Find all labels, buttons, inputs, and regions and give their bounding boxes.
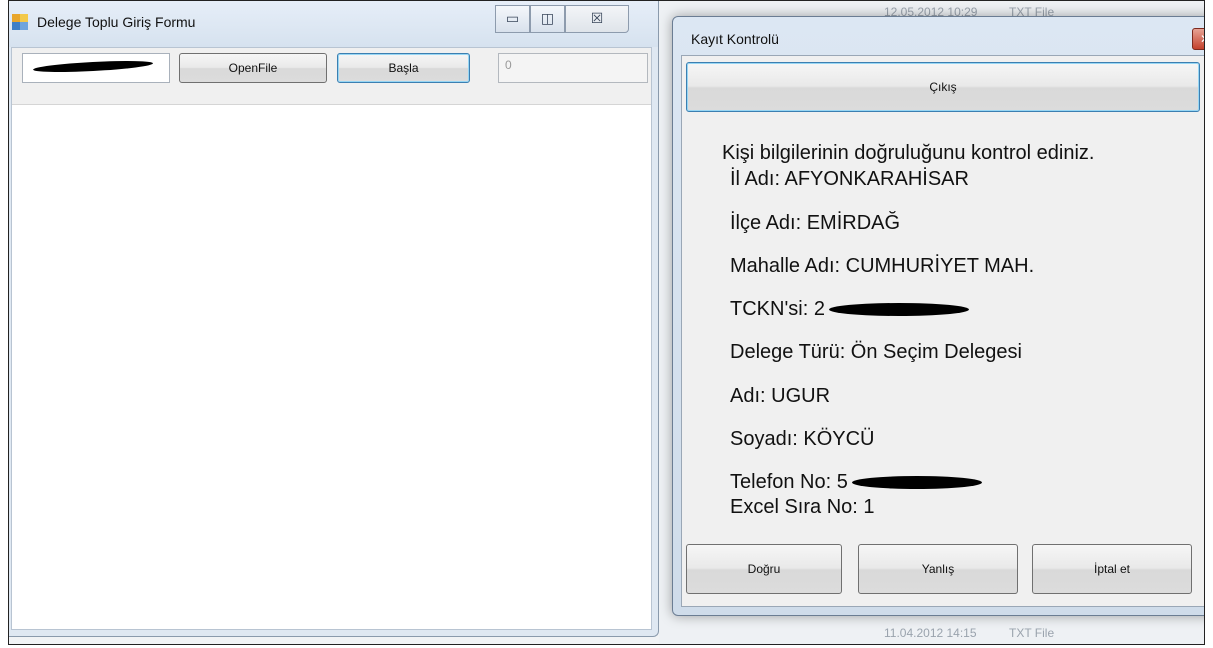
telefon-visible-digit: 5 xyxy=(836,471,848,493)
file-type: TXT File xyxy=(1009,626,1055,640)
excel-sira-label: Excel Sıra No: 1 xyxy=(730,496,875,518)
tckn-label-text: TCKN'si: xyxy=(730,298,814,320)
minimize-button[interactable]: ▭ xyxy=(495,5,530,33)
intro-text: Kişi bilgilerinin doğruluğunu kontrol ed… xyxy=(722,142,1095,164)
main-title-bar[interactable]: Delege Toplu Giriş Formu ▭ ◫ ☒ xyxy=(9,1,658,47)
dialog-close-button[interactable]: ✕ xyxy=(1192,28,1204,50)
redacted-mark xyxy=(851,476,982,490)
telefon-label: Telefon No: 5 xyxy=(730,471,982,494)
file-date: 11.04.2012 14:15 xyxy=(884,626,977,640)
soyad-label: Soyadı: KÖYCÜ xyxy=(730,428,875,450)
exit-button[interactable]: Çıkış xyxy=(686,62,1200,112)
dogru-button[interactable]: Doğru xyxy=(686,544,842,594)
ilce-adi-label: İlçe Adı: EMİRDAĞ xyxy=(730,212,901,234)
list-item: 11.04.2012 14:15 TXT File xyxy=(884,626,1054,640)
iptal-button[interactable]: İptal et xyxy=(1032,544,1192,594)
app-form-icon xyxy=(12,14,28,30)
redacted-mark xyxy=(828,303,969,317)
toolbar: OpenFile Başla 0 xyxy=(12,48,651,104)
dialog-title: Kayıt Kontrolü xyxy=(691,31,779,47)
main-client-area: OpenFile Başla 0 xyxy=(11,47,652,630)
kayit-kontrol-dialog: Kayıt Kontrolü ✕ Çıkış Kişi bilgilerinin… xyxy=(672,16,1204,616)
dialog-client-area: Çıkış Kişi bilgilerinin doğruluğunu kont… xyxy=(681,55,1204,607)
maximize-icon: ◫ xyxy=(540,11,555,27)
content-area xyxy=(12,104,651,629)
tckn-label: TCKN'si: 2 xyxy=(730,298,969,321)
counter-field[interactable]: 0 xyxy=(498,53,648,83)
yanlis-button[interactable]: Yanlış xyxy=(858,544,1018,594)
openfile-button[interactable]: OpenFile xyxy=(179,53,327,83)
main-window-title: Delege Toplu Giriş Formu xyxy=(37,14,196,30)
close-icon: ✕ xyxy=(1200,32,1204,46)
il-adi-label: İl Adı: AFYONKARAHİSAR xyxy=(730,168,969,190)
delege-turu-label: Delege Türü: Ön Seçim Delegesi xyxy=(730,341,1022,363)
screenshot-frame: 12.05.2012 10:29 TXT File 11.04.2012 14:… xyxy=(8,0,1205,645)
telefon-label-text: Telefon No: xyxy=(730,471,837,493)
redacted-mark xyxy=(32,58,154,75)
maximize-button[interactable]: ◫ xyxy=(530,5,565,33)
tckn-visible-digit: 2 xyxy=(813,298,825,320)
minimize-icon: ▭ xyxy=(505,11,520,27)
mahalle-adi-label: Mahalle Adı: CUMHURİYET MAH. xyxy=(730,255,1035,277)
ad-label: Adı: UGUR xyxy=(730,385,831,407)
basla-button[interactable]: Başla xyxy=(337,53,470,83)
close-button[interactable]: ☒ xyxy=(565,5,629,33)
file-path-input[interactable] xyxy=(22,53,170,83)
close-icon: ☒ xyxy=(590,11,604,27)
main-window: Delege Toplu Giriş Formu ▭ ◫ ☒ OpenFile … xyxy=(9,1,659,637)
